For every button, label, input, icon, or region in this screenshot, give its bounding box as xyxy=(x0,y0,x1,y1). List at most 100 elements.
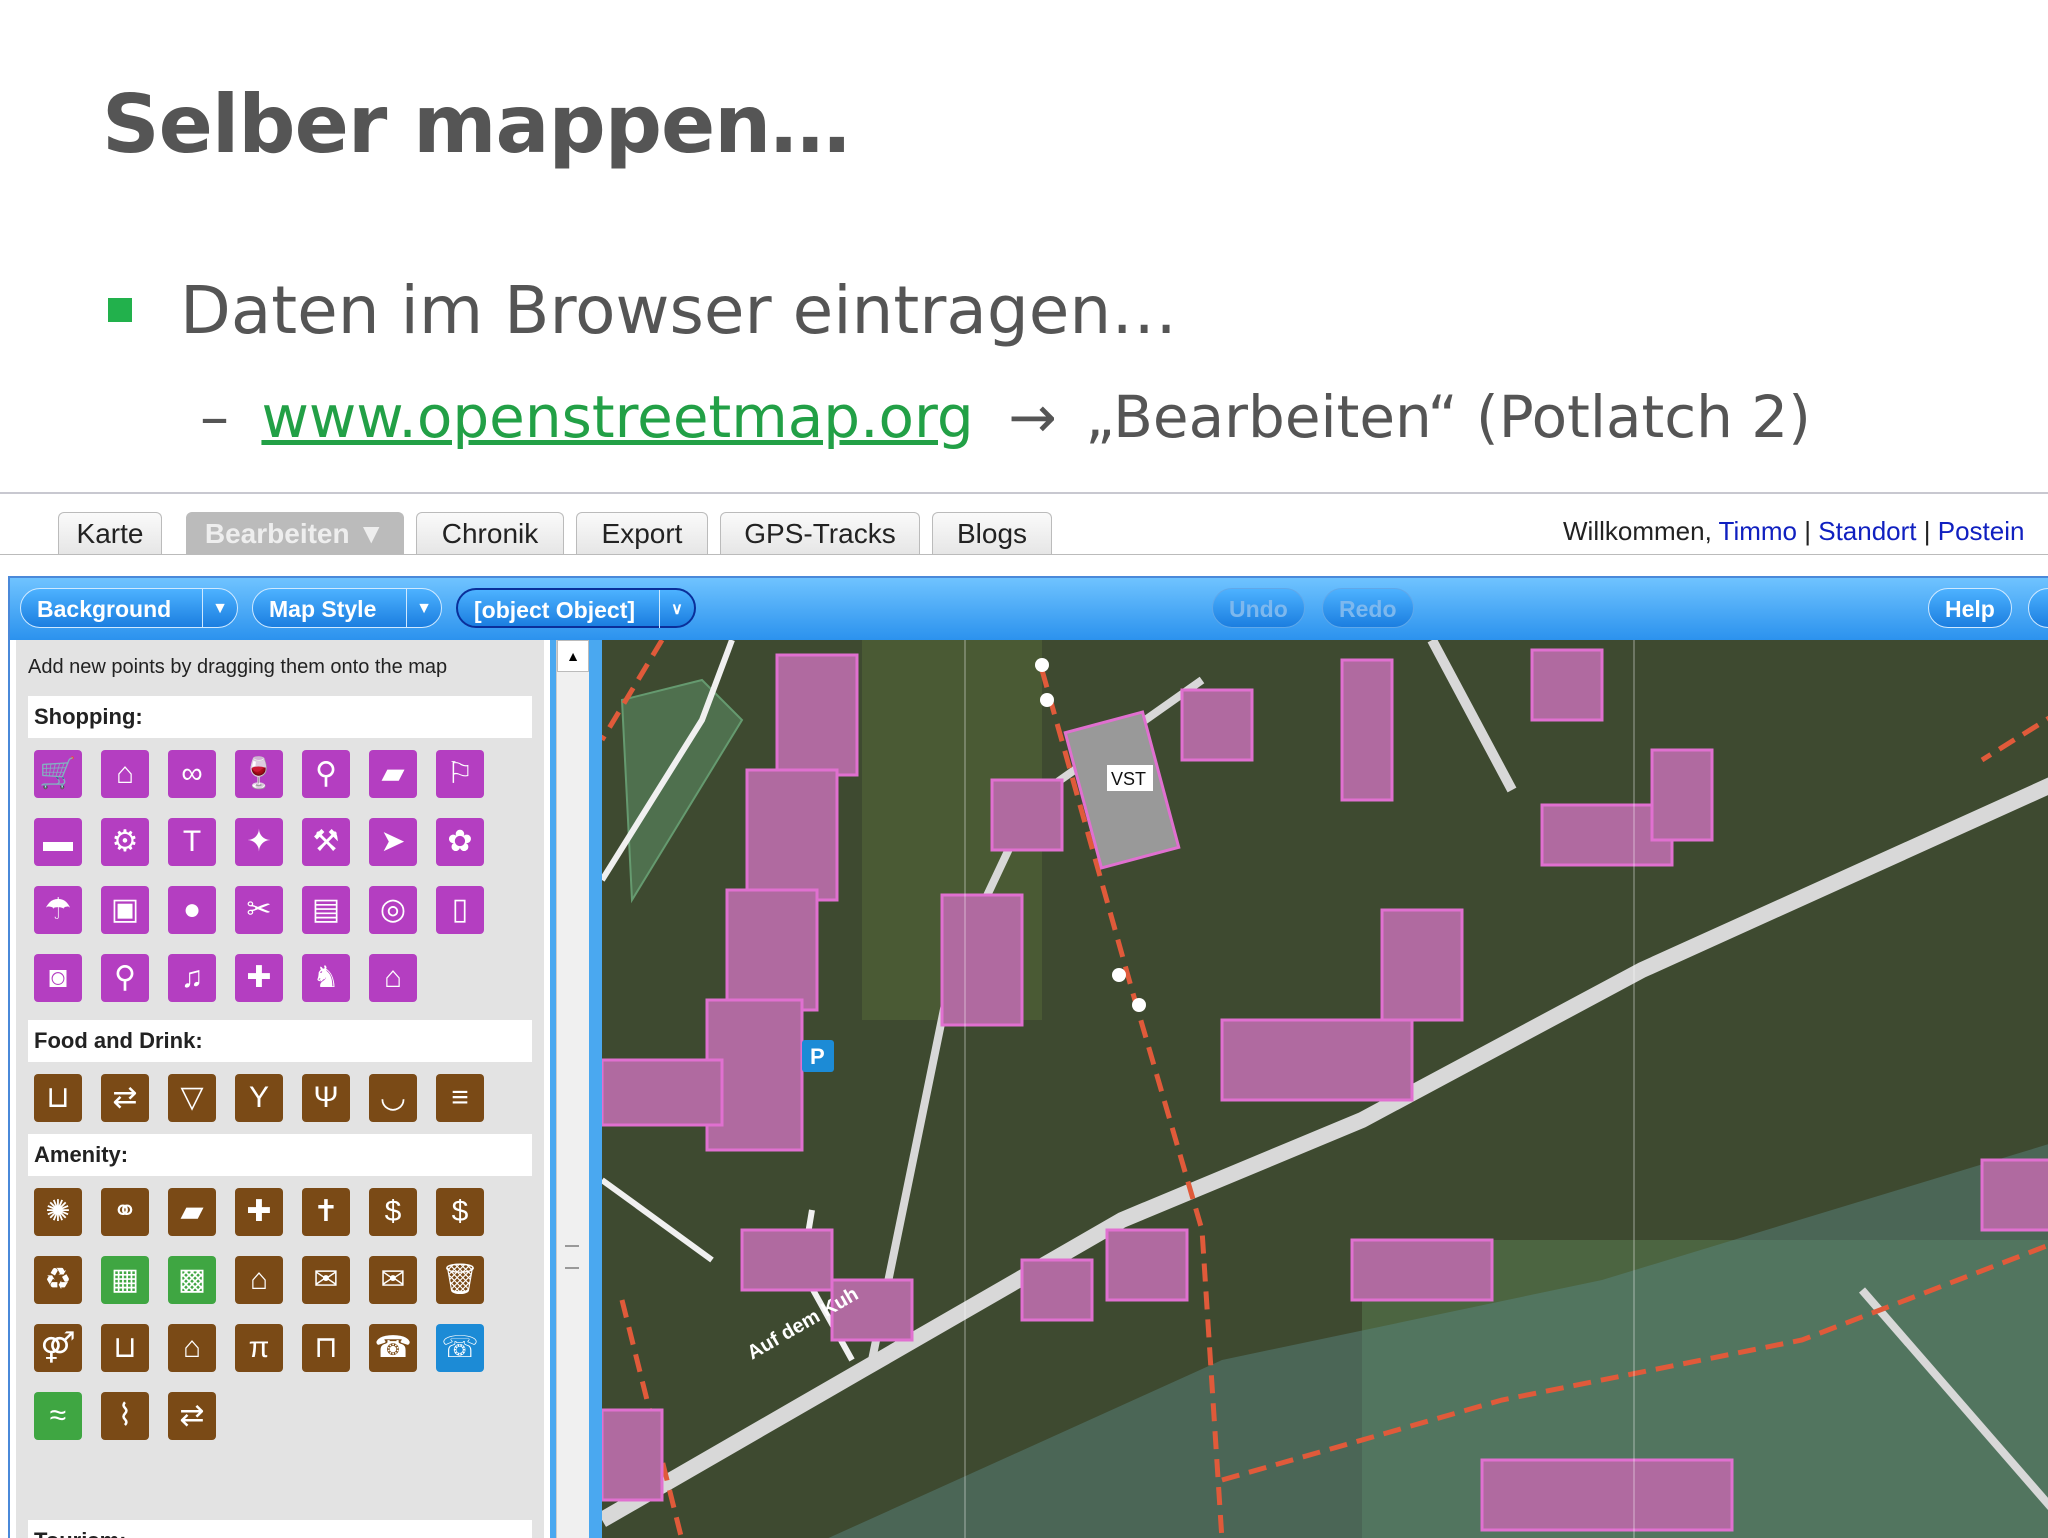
posteingang-link[interactable]: Postein xyxy=(1938,516,2025,546)
car-repair-icon[interactable]: ⚙ xyxy=(101,818,149,866)
phone-icon[interactable]: ☎ xyxy=(369,1324,417,1372)
options-button[interactable] xyxy=(2028,588,2048,628)
glass-icon[interactable]: ▽ xyxy=(168,1074,216,1122)
exchange-booth-icon[interactable]: ⇄ xyxy=(168,1392,216,1440)
place-of-worship-icon[interactable]: ✝ xyxy=(302,1188,350,1236)
butcher-icon[interactable]: ⚐ xyxy=(436,750,484,798)
bank-icon[interactable]: $ xyxy=(369,1188,417,1236)
water-tap-icon[interactable]: ⊔ xyxy=(101,1324,149,1372)
map-style-button[interactable]: Map Style ▼ xyxy=(252,588,442,628)
building xyxy=(1650,748,1714,842)
tab-export[interactable]: Export xyxy=(576,512,708,554)
car-icon[interactable]: ▬ xyxy=(34,818,82,866)
arrow-icon: → xyxy=(1008,383,1057,451)
building xyxy=(740,1228,834,1292)
aerial-map[interactable]: VST Auf dem Kuh P xyxy=(602,640,2048,1538)
standort-link[interactable]: Standort xyxy=(1818,516,1916,546)
swimming-icon[interactable]: ≈ xyxy=(34,1392,82,1440)
kiosk-icon[interactable]: ▯ xyxy=(436,886,484,934)
cocktail-icon[interactable]: Y xyxy=(235,1074,283,1122)
music-icon[interactable]: ♫ xyxy=(168,954,216,1002)
feature-panel-inner: Add new points by dragging them onto the… xyxy=(16,640,544,1538)
tab-blogs[interactable]: Blogs xyxy=(932,512,1052,554)
welcome-text: Willkommen, xyxy=(1563,516,1719,546)
panel-scrollbar[interactable]: ▲ xyxy=(556,640,589,1538)
clothes-icon[interactable]: T xyxy=(168,818,216,866)
shelter-icon[interactable]: ⌂ xyxy=(168,1324,216,1372)
pretzel-icon[interactable]: ∞ xyxy=(168,750,216,798)
house-icon[interactable]: ⌂ xyxy=(235,1256,283,1304)
money-icon[interactable]: $ xyxy=(436,1188,484,1236)
laundry-icon[interactable]: ◙ xyxy=(34,954,82,1002)
post-box-icon[interactable]: ✉ xyxy=(302,1256,350,1304)
motorbike-icon[interactable]: ⚲ xyxy=(101,954,149,1002)
library-icon[interactable]: ▰ xyxy=(168,1188,216,1236)
object-select[interactable]: [object Object] ∨ xyxy=(456,588,696,628)
osm-link[interactable]: www.openstreetmap.org xyxy=(261,383,973,451)
florist-icon[interactable]: ✿ xyxy=(436,818,484,866)
toys-icon[interactable]: ♞ xyxy=(302,954,350,1002)
user-link[interactable]: Timmo xyxy=(1719,516,1797,546)
building xyxy=(990,778,1064,852)
cafe-icon[interactable]: ◡ xyxy=(369,1074,417,1122)
toy-box-icon[interactable]: ▩ xyxy=(168,1256,216,1304)
fish-icon[interactable]: ➤ xyxy=(369,818,417,866)
map-view[interactable]: VST Auf dem Kuh P xyxy=(602,640,2048,1538)
redo-button[interactable]: Redo xyxy=(1322,588,1414,628)
tab-gps-tracks[interactable]: GPS-Tracks xyxy=(720,512,920,554)
tab-karte[interactable]: Karte xyxy=(58,512,162,554)
basket-icon[interactable]: ⌂ xyxy=(101,750,149,798)
fire-station-icon[interactable]: ✺ xyxy=(34,1188,82,1236)
bin-icon[interactable]: 🗑 xyxy=(436,1256,484,1304)
help-button[interactable]: Help xyxy=(1928,588,2012,628)
undo-button[interactable]: Undo xyxy=(1212,588,1305,628)
category-amenity: Amenity: xyxy=(28,1134,532,1176)
bullet-text: Daten im Browser eintragen… xyxy=(180,272,1178,349)
drinking-water-icon[interactable]: ⊔ xyxy=(34,1074,82,1122)
picnic-table-icon[interactable]: π xyxy=(235,1324,283,1372)
phone-box-icon[interactable]: ☏ xyxy=(436,1324,484,1372)
garden-icon[interactable]: ☂ xyxy=(34,886,82,934)
hairdresser-icon[interactable]: ✂ xyxy=(235,886,283,934)
building xyxy=(1980,1158,2048,1232)
fastfood-icon[interactable]: ≡ xyxy=(436,1074,484,1122)
background-button[interactable]: Background ▼ xyxy=(20,588,238,628)
building xyxy=(725,888,819,1012)
cart-icon[interactable]: 🛒 xyxy=(34,750,82,798)
post-office-icon[interactable]: ✉ xyxy=(369,1256,417,1304)
scroll-grip[interactable] xyxy=(565,1245,579,1269)
bullet-marker xyxy=(108,298,132,322)
wine-icon[interactable]: 🍷 xyxy=(235,750,283,798)
recycling-icon[interactable]: ♻ xyxy=(34,1256,82,1304)
scroll-up-arrow[interactable]: ▲ xyxy=(557,640,589,672)
building xyxy=(602,1408,664,1502)
tools-icon[interactable]: ⚒ xyxy=(302,818,350,866)
chevron-down-icon[interactable]: ▼ xyxy=(406,589,441,627)
chevron-down-icon[interactable]: ▼ xyxy=(202,589,237,627)
exchange-icon[interactable]: ⇄ xyxy=(101,1074,149,1122)
hifi-icon[interactable]: ▤ xyxy=(302,886,350,934)
bureau-icon[interactable]: ⚭ xyxy=(101,1188,149,1236)
bench-icon[interactable]: ⊓ xyxy=(302,1324,350,1372)
sweets-icon[interactable]: ✦ xyxy=(235,818,283,866)
fountain-icon[interactable]: ⌇ xyxy=(101,1392,149,1440)
market-icon[interactable]: ⌂ xyxy=(369,954,417,1002)
tab-chronik[interactable]: Chronik xyxy=(416,512,564,554)
bicycle-icon[interactable]: ⚲ xyxy=(302,750,350,798)
pharmacy-icon[interactable]: ✚ xyxy=(235,954,283,1002)
greengrocer-icon[interactable]: ● xyxy=(168,886,216,934)
toilets-icon[interactable]: ⚤ xyxy=(34,1324,82,1372)
chevron-down-icon[interactable]: ∨ xyxy=(659,590,694,628)
gift-icon[interactable]: ▣ xyxy=(101,886,149,934)
vst-label: VST xyxy=(1111,769,1146,789)
jewellery-icon[interactable]: ◎ xyxy=(369,886,417,934)
category-shopping: Shopping: xyxy=(28,696,532,738)
hospital-icon[interactable]: ✚ xyxy=(235,1188,283,1236)
node-marker xyxy=(1132,998,1146,1012)
building xyxy=(1530,648,1604,722)
building xyxy=(775,653,859,777)
cinema-icon[interactable]: ▦ xyxy=(101,1256,149,1304)
tab-bearbeiten[interactable]: Bearbeiten ▼ xyxy=(186,512,404,554)
book-icon[interactable]: ▰ xyxy=(369,750,417,798)
restaurant-icon[interactable]: Ψ xyxy=(302,1074,350,1122)
